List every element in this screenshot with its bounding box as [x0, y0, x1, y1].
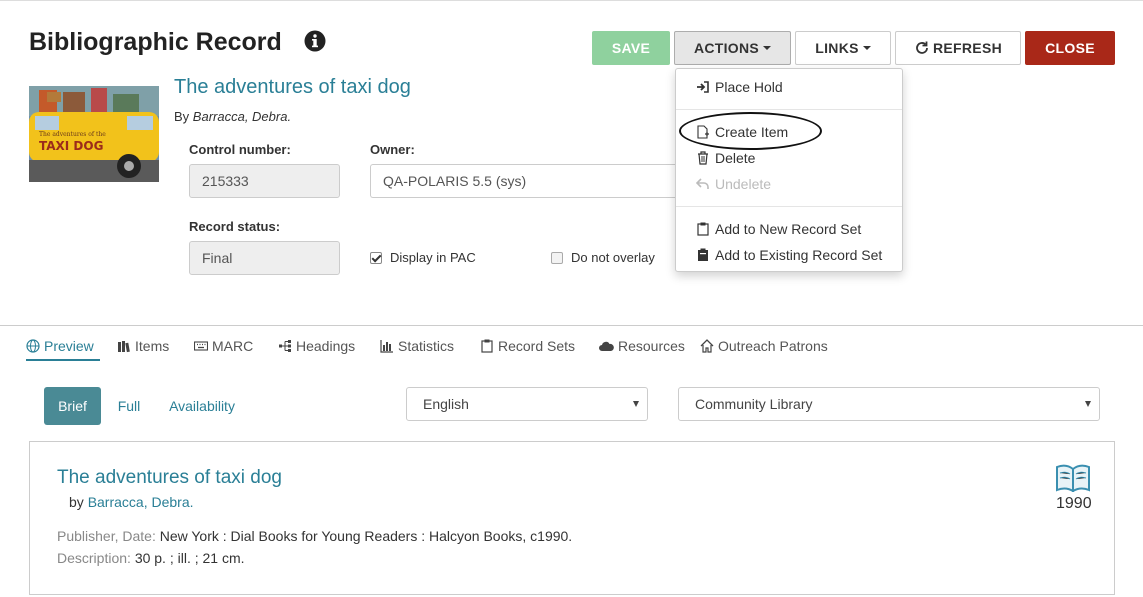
- tab-resources[interactable]: Resources: [598, 338, 685, 354]
- home-icon: [700, 339, 714, 353]
- caret-down-icon: [763, 46, 772, 50]
- library-select[interactable]: Community Library: [678, 387, 1100, 421]
- menu-item-undelete: Undelete: [696, 174, 771, 194]
- brief-view-button[interactable]: Brief: [44, 387, 101, 425]
- menu-divider: [676, 109, 902, 110]
- globe-icon: [26, 339, 40, 353]
- record-status-label: Record status:: [189, 219, 281, 234]
- checkbox-checked-icon[interactable]: [370, 251, 382, 264]
- tab-marc[interactable]: MARC: [194, 338, 253, 354]
- control-number-label: Control number:: [189, 142, 291, 157]
- checkbox-empty-icon[interactable]: [551, 251, 563, 264]
- language-select[interactable]: English: [406, 387, 648, 421]
- tab-preview[interactable]: Preview: [26, 338, 94, 354]
- select-arrow-icon: [633, 401, 639, 407]
- preview-title-link[interactable]: The adventures of taxi dog: [57, 467, 282, 489]
- refresh-button[interactable]: REFRESH: [895, 31, 1021, 65]
- bar-chart-icon: [380, 340, 393, 353]
- full-view-link[interactable]: Full: [118, 387, 141, 425]
- description-line: Description: 30 p. ; ill. ; 21 cm.: [57, 550, 245, 566]
- menu-divider: [676, 206, 902, 207]
- publication-year: 1990: [1056, 495, 1092, 512]
- do-not-overlay-checkbox[interactable]: Do not overlay: [551, 250, 655, 265]
- tab-outreach-patrons[interactable]: Outreach Patrons: [700, 338, 828, 354]
- cloud-icon: [599, 341, 614, 351]
- book-icon: [1056, 464, 1090, 492]
- publisher-line: Publisher, Date: New York : Dial Books f…: [57, 528, 573, 544]
- trash-icon: [698, 151, 708, 165]
- menu-item-delete[interactable]: Delete: [696, 148, 755, 168]
- sign-in-icon: [697, 81, 709, 93]
- svg-text:The adventures of the: The adventures of the: [39, 131, 106, 138]
- books-icon: [118, 341, 130, 353]
- record-author: By Barracca, Debra.: [174, 109, 292, 124]
- availability-view-link[interactable]: Availability: [169, 387, 235, 425]
- owner-select[interactable]: QA-POLARIS 5.5 (sys): [370, 164, 680, 198]
- tab-items[interactable]: Items: [117, 338, 169, 354]
- tabs-divider: [0, 325, 1143, 326]
- close-button[interactable]: CLOSE: [1025, 31, 1115, 65]
- preview-panel: [29, 441, 1115, 595]
- book-cover-image: The adventures of the TAXI DOG: [29, 86, 159, 182]
- control-number-field: 215333: [189, 164, 340, 198]
- caret-down-icon: [862, 46, 871, 50]
- menu-item-add-to-existing-record-set[interactable]: Add to Existing Record Set: [696, 245, 882, 265]
- author-link[interactable]: Barracca, Debra.: [88, 494, 194, 510]
- svg-text:TAXI DOG: TAXI DOG: [39, 139, 103, 153]
- info-circle-icon[interactable]: [304, 30, 326, 52]
- record-status-field: Final: [189, 241, 340, 275]
- save-button[interactable]: SAVE: [592, 31, 670, 65]
- page-title: Bibliographic Record: [29, 28, 282, 56]
- menu-item-place-hold[interactable]: Place Hold: [696, 77, 783, 97]
- menu-item-add-to-new-record-set[interactable]: Add to New Record Set: [696, 219, 861, 239]
- clipboard-icon: [481, 339, 493, 353]
- tab-headings[interactable]: Headings: [278, 338, 355, 354]
- refresh-icon: [916, 41, 928, 54]
- active-tab-indicator: [26, 359, 100, 361]
- undo-icon: [696, 178, 709, 189]
- actions-button[interactable]: ACTIONS: [674, 31, 791, 65]
- record-title[interactable]: The adventures of taxi dog: [174, 76, 411, 99]
- clipboard-filled-icon: [698, 248, 708, 261]
- highlight-annotation-circle: [679, 112, 822, 150]
- preview-author: by Barracca, Debra.: [69, 494, 194, 510]
- top-border: [0, 0, 1143, 1]
- sitemap-icon: [279, 340, 291, 352]
- links-button[interactable]: LINKS: [795, 31, 891, 65]
- owner-label: Owner:: [370, 142, 415, 157]
- actions-dropdown-menu: Place Hold Create Item Delete Undelete A…: [675, 68, 903, 272]
- tab-record-sets[interactable]: Record Sets: [480, 338, 575, 354]
- select-arrow-icon: [1085, 401, 1091, 407]
- tab-statistics[interactable]: Statistics: [380, 338, 454, 354]
- keyboard-icon: [194, 341, 208, 351]
- display-in-pac-checkbox[interactable]: Display in PAC: [370, 250, 476, 265]
- clipboard-icon: [697, 222, 709, 236]
